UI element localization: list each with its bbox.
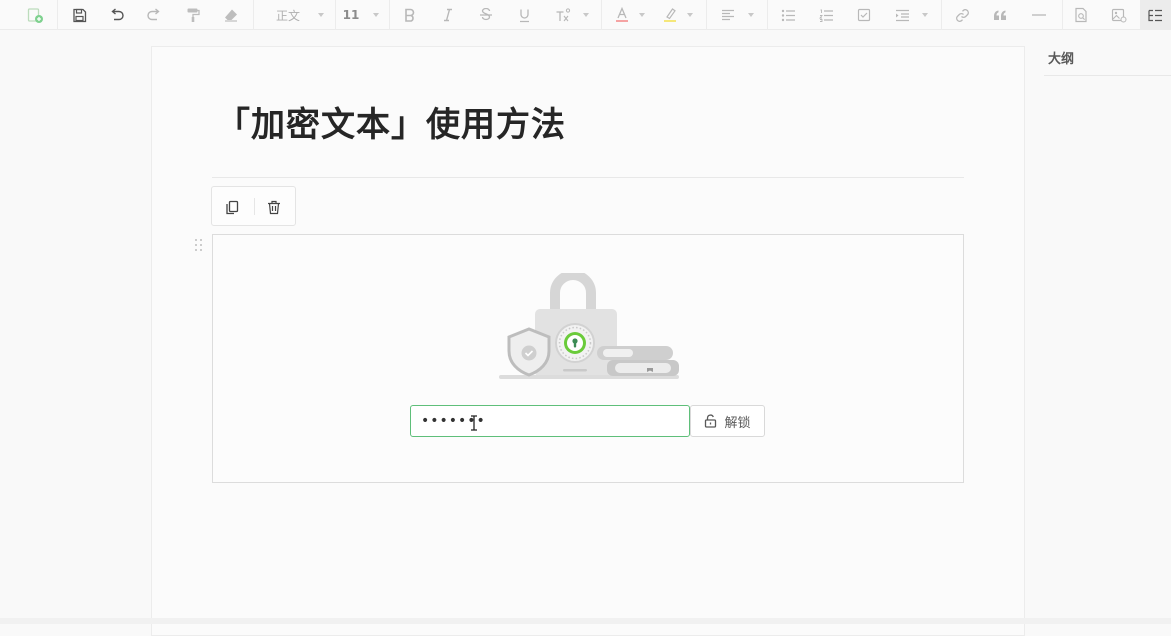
title-divider <box>212 177 964 178</box>
font-color-icon[interactable] <box>612 0 632 30</box>
strikethrough-icon[interactable] <box>476 0 496 30</box>
align-icon[interactable] <box>718 0 738 30</box>
paragraph-style-select[interactable]: 正文 <box>270 0 330 30</box>
bullet-list-icon[interactable] <box>778 0 798 30</box>
checklist-icon[interactable] <box>854 0 874 30</box>
chevron-down-icon <box>373 13 380 17</box>
clear-format-icon[interactable] <box>221 0 241 30</box>
link-icon[interactable] <box>952 0 972 30</box>
outline-divider <box>1044 75 1171 76</box>
unlock-button-label: 解锁 <box>724 415 751 431</box>
toolbar: 正文 11 <box>0 0 1171 30</box>
chevron-down-icon[interactable] <box>748 13 754 17</box>
indent-icon[interactable] <box>892 0 912 30</box>
italic-icon[interactable] <box>438 0 458 30</box>
lock-illustration <box>499 273 679 379</box>
chevron-down-icon[interactable] <box>639 13 645 17</box>
undo-icon[interactable] <box>107 0 127 30</box>
new-doc-icon[interactable] <box>24 0 46 30</box>
delete-icon[interactable] <box>263 196 285 218</box>
scroll-track <box>0 618 1171 624</box>
drag-handle-icon[interactable] <box>194 238 204 254</box>
image-icon[interactable] <box>1108 0 1130 30</box>
outline-title: 大纲 <box>1048 52 1075 67</box>
page-title[interactable]: 「加密文本」使用方法 <box>216 97 566 146</box>
encrypted-text-block <box>212 234 964 483</box>
password-input[interactable] <box>410 405 690 437</box>
chevron-down-icon <box>318 13 324 17</box>
paragraph-style-label: 正文 <box>275 8 300 23</box>
unlock-button[interactable]: 解锁 <box>690 405 765 437</box>
save-icon[interactable] <box>69 0 89 30</box>
block-toolbar <box>211 186 296 226</box>
quote-icon[interactable] <box>990 0 1010 30</box>
text-cursor-icon <box>471 415 477 431</box>
font-size-label: 11 <box>342 8 360 22</box>
highlight-icon[interactable] <box>660 0 680 30</box>
redo-icon[interactable] <box>144 0 164 30</box>
bold-icon[interactable] <box>400 0 420 30</box>
chevron-down-icon[interactable] <box>687 13 693 17</box>
numbered-list-icon[interactable] <box>816 0 836 30</box>
chevron-down-icon[interactable] <box>922 13 928 17</box>
doc-search-icon[interactable] <box>1071 0 1091 30</box>
superscript-icon[interactable] <box>550 0 576 30</box>
copy-icon[interactable] <box>221 196 243 218</box>
chevron-down-icon[interactable] <box>583 13 589 17</box>
unlock-icon <box>705 414 717 428</box>
divider-icon[interactable] <box>1029 0 1049 30</box>
underline-icon[interactable] <box>514 0 534 30</box>
format-painter-icon[interactable] <box>183 0 203 30</box>
outline-toggle-icon[interactable] <box>1140 0 1171 30</box>
font-size-select[interactable]: 11 <box>340 0 382 30</box>
